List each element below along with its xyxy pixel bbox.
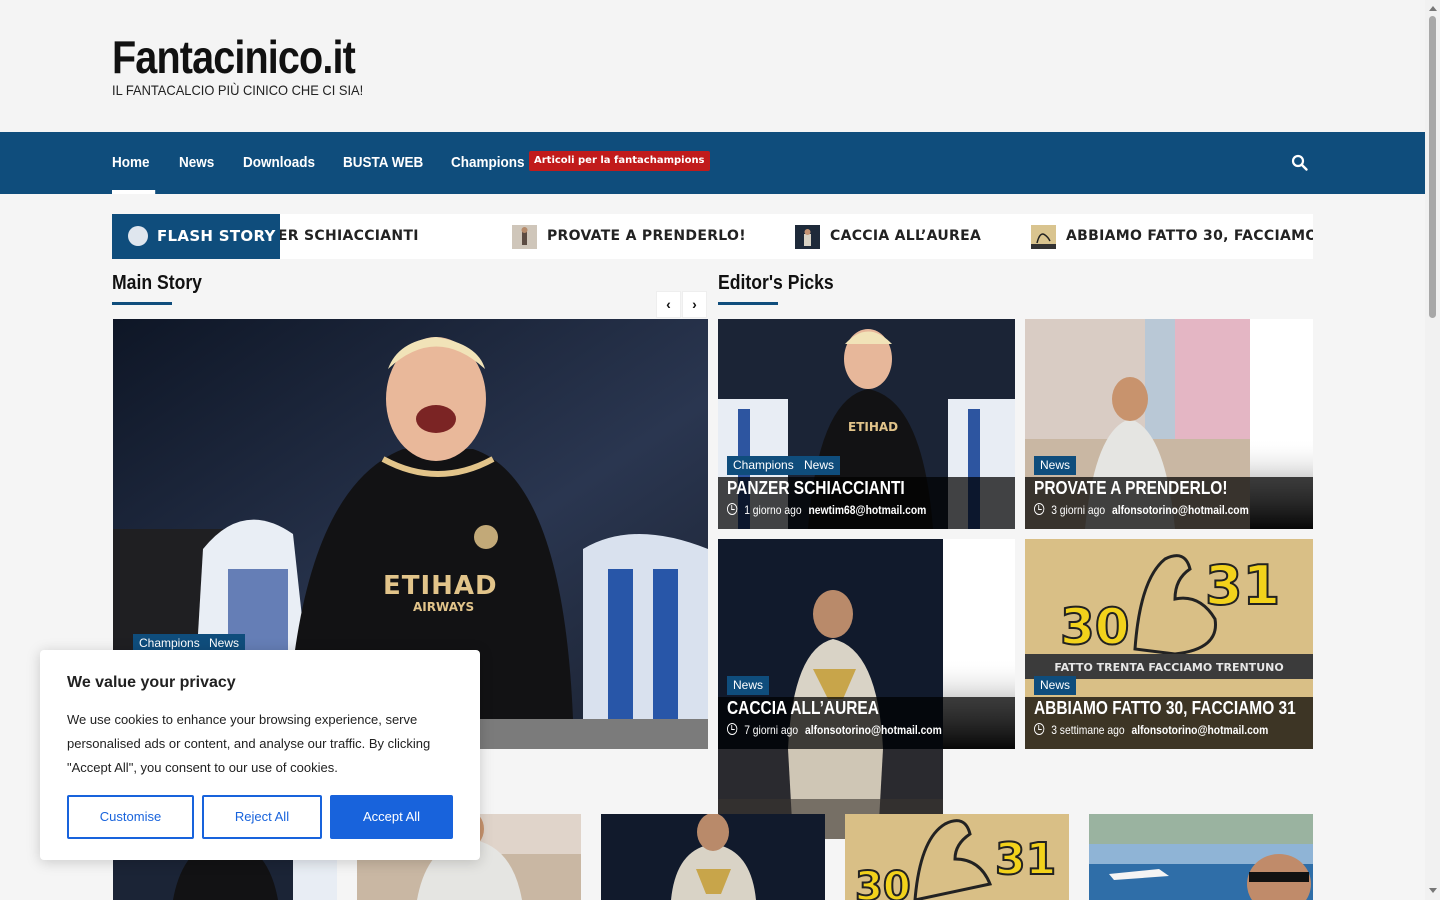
svg-text:ETIHAD: ETIHAD [383,571,498,601]
banner-number-31: 31 [995,834,1056,885]
bottom-thumb[interactable] [601,814,825,900]
post-author[interactable]: alfonsotorino@hotmail.com [805,723,942,737]
tag-news[interactable]: News [1034,676,1077,695]
tag-news[interactable]: News [1034,456,1077,475]
post-time: 1 giorno ago [744,503,802,517]
editors-card-meta: 3 giorni ago alfonsotorino@hotmail.com [1034,503,1249,517]
flash-thumb[interactable] [795,225,820,249]
nav-item-downloads[interactable]: Downloads [243,132,315,194]
editors-card-title[interactable]: PANZER SCHIACCIANTI [727,478,905,499]
editors-card-title[interactable]: CACCIA ALL’AUREA [727,698,879,719]
banner-number-31: 31 [1205,554,1280,617]
post-time: 7 giorni ago [744,723,799,737]
post-author[interactable]: alfonsotorino@hotmail.com [1132,723,1269,737]
banner-number-30: 30 [855,864,911,900]
scroll-up-icon[interactable] [1429,6,1437,11]
reject-all-button[interactable]: Reject All [202,795,322,839]
cookie-banner: We value your privacy We use cookies to … [40,650,480,860]
clock-icon [727,723,738,735]
accept-all-button[interactable]: Accept All [330,795,453,839]
site-header: Fantacinico.it IL FANTACALCIO PIÙ CINICO… [0,0,1440,132]
search-icon[interactable] [1291,154,1309,172]
editors-card-title[interactable]: ABBIAMO FATTO 30, FACCIAMO 31 [1034,698,1296,719]
post-time: 3 giorni ago [1051,503,1106,517]
flash-thumb[interactable] [1031,225,1056,249]
cookie-text: We use cookies to enhance your browsing … [67,712,431,775]
editors-card-title[interactable]: PROVATE A PRENDERLO! [1034,478,1228,499]
nav-badge[interactable]: Articoli per la fantachampions [529,151,710,171]
post-author[interactable]: alfonsotorino@hotmail.com [1112,503,1249,517]
svg-text:AIRWAYS: AIRWAYS [413,600,474,614]
editors-card-meta: 1 giorno ago newtim68@hotmail.com [727,503,926,517]
flash-story-label: FLASH STORY [112,214,280,259]
svg-text:ETIHAD: ETIHAD [848,420,898,434]
clock-icon [1034,503,1045,515]
bottom-thumb[interactable] [1089,814,1313,900]
main-story-underline [112,302,172,305]
editors-card[interactable]: 30 31 FATTO TRENTA FACCIAMO TRENTUNO New… [1025,539,1313,749]
post-time: 3 settimane ago [1051,723,1125,737]
site-tagline: IL FANTACALCIO PIÙ CINICO CHE CI SIA! [112,82,364,98]
page-scrollbar[interactable] [1425,0,1440,900]
nav-item-news[interactable]: News [179,132,214,194]
main-story-heading: Main Story [112,272,202,294]
clock-icon [1034,723,1045,735]
editors-card[interactable]: News PROVATE A PRENDERLO! 3 giorni ago al… [1025,319,1313,529]
flash-story-text: FLASH STORY [157,227,276,245]
scroll-thumb[interactable] [1429,16,1436,318]
bottom-thumb[interactable]: 30 31 [845,814,1069,900]
tag-news[interactable]: News [727,676,770,695]
clock-icon [727,503,738,515]
banner-caption: FATTO TRENTA FACCIAMO TRENTUNO [1054,661,1283,674]
flash-track: PANZER SCHIACCIANTI PROVATE A PRENDERLO!… [235,214,1313,259]
flash-dot-icon [128,226,148,246]
editors-card[interactable]: ETIHAD Champions News PANZER SCHIACCIANT… [718,319,1015,529]
customise-button[interactable]: Customise [67,795,194,839]
post-author[interactable]: newtim68@hotmail.com [808,503,926,517]
nav-item-champions[interactable]: Champions [451,132,525,194]
site-title[interactable]: Fantacinico.it [112,30,356,84]
banner-number-30: 30 [1060,598,1130,656]
cookie-title: We value your privacy [67,674,236,691]
scroll-down-icon[interactable] [1429,888,1437,893]
editors-picks-heading: Editor's Picks [718,272,834,294]
editors-card-meta: 3 settimane ago alfonsotorino@hotmail.com [1034,723,1268,737]
flash-thumb[interactable] [512,225,537,249]
flash-item[interactable]: PROVATE A PRENDERLO! [547,214,746,259]
chevron-right-icon[interactable]: › [682,291,707,318]
editors-card[interactable]: News CACCIA ALL’AUREA 7 giorni ago alfons… [718,539,1015,749]
flash-story-bar: FLASH STORY PANZER SCHIACCIANTI PROVATE … [112,214,1313,259]
editors-card-meta: 7 giorni ago alfonsotorino@hotmail.com [727,723,942,737]
editors-picks-underline [718,302,778,305]
tag-news[interactable]: News [798,456,841,475]
chevron-left-icon[interactable]: ‹ [656,291,681,318]
flash-item[interactable]: CACCIA ALL’AUREA [830,214,981,259]
nav-item-busta-web[interactable]: BUSTA WEB [343,132,423,194]
tag-champions[interactable]: Champions [727,456,800,475]
main-nav: Home News Downloads BUSTA WEB Champions [0,132,1425,194]
flash-item[interactable]: ABBIAMO FATTO 30, FACCIAMO [1066,214,1313,259]
nav-item-home[interactable]: Home [112,132,155,194]
